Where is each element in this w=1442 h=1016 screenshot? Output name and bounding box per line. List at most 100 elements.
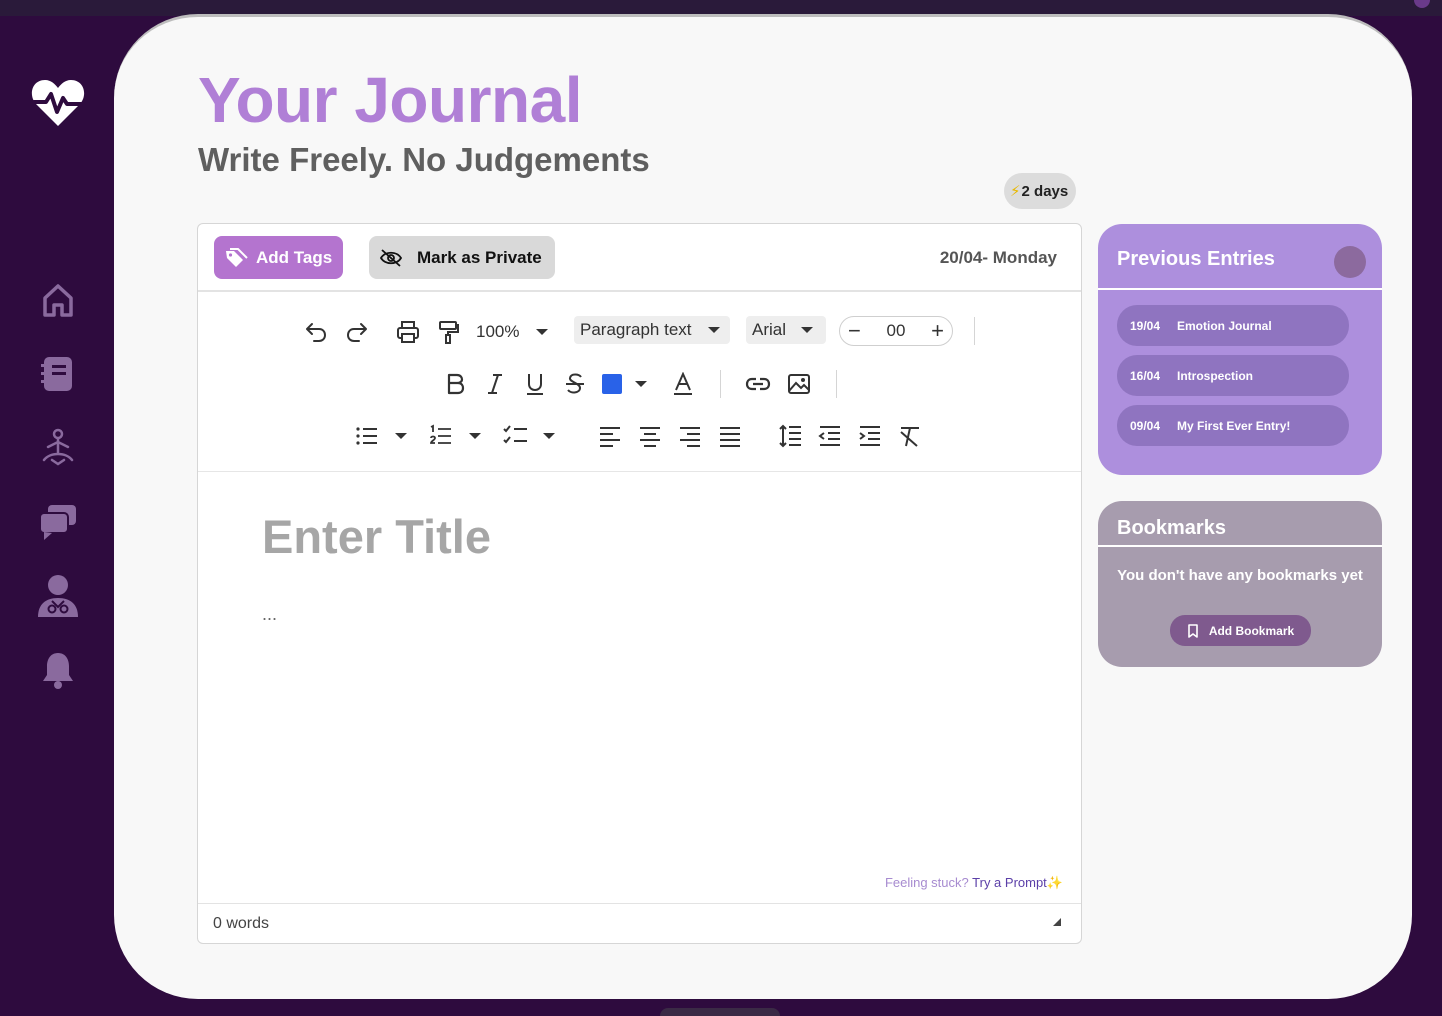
eye-off-icon xyxy=(379,248,403,267)
entry-date: 20/04- Monday xyxy=(939,248,1057,267)
journal-icon[interactable] xyxy=(36,352,80,396)
entry-item[interactable]: 09/04 My First Ever Entry! xyxy=(1117,405,1349,446)
block-style-select[interactable]: Paragraph text xyxy=(574,316,730,344)
link-icon xyxy=(745,377,771,391)
align-right-icon xyxy=(680,427,700,447)
add-tags-button[interactable]: Add Tags xyxy=(214,236,343,279)
lightning-icon: ⚡ xyxy=(1010,183,1021,200)
add-bookmark-label: Add Bookmark xyxy=(1208,623,1295,638)
panel-toggle-dot[interactable] xyxy=(1334,246,1366,278)
insert-image-button[interactable] xyxy=(785,370,813,398)
bookmarks-panel: Bookmarks You don't have any bookmarks y… xyxy=(1098,501,1382,667)
line-height-button[interactable] xyxy=(776,422,804,450)
journal-editor: Add Tags Mark as Private 20/04- Monday 1… xyxy=(197,223,1082,944)
prompt-hint: Feeling stuck? Try a Prompt✨ xyxy=(885,875,1063,891)
font-size-stepper: − 00 + xyxy=(839,316,953,346)
toolbar-divider xyxy=(720,370,721,398)
meditation-icon[interactable] xyxy=(36,426,80,470)
indent-button[interactable] xyxy=(856,422,884,450)
mark-private-button[interactable]: Mark as Private xyxy=(369,236,555,279)
chevron-down-icon xyxy=(536,329,548,335)
paint-roller-icon xyxy=(439,321,459,344)
word-count: 0 words xyxy=(213,915,270,932)
chevron-down-icon xyxy=(543,433,555,439)
font-value: Arial xyxy=(752,320,787,339)
line-height-icon xyxy=(779,424,801,448)
indent-icon xyxy=(859,426,880,446)
bell-icon[interactable] xyxy=(36,648,80,692)
chevron-down-icon xyxy=(708,327,720,333)
text-color-button[interactable] xyxy=(602,370,652,398)
entry-date: 09/04 xyxy=(1130,418,1161,433)
outdent-button[interactable] xyxy=(816,422,844,450)
editor-header: Add Tags Mark as Private 20/04- Monday xyxy=(198,224,1081,292)
window-dot xyxy=(1414,0,1430,8)
insert-link-button[interactable] xyxy=(744,370,772,398)
font-size-value[interactable]: 00 xyxy=(887,321,906,341)
prompt-hint-text: Feeling stuck? xyxy=(884,875,969,890)
bookmark-icon xyxy=(1188,623,1198,638)
clear-format-icon xyxy=(900,427,919,447)
align-left-button[interactable] xyxy=(596,422,624,450)
title-input[interactable]: Enter Title xyxy=(262,509,491,564)
block-style-value: Paragraph text xyxy=(580,320,692,339)
print-button[interactable] xyxy=(394,318,422,346)
tag-icon xyxy=(226,247,248,267)
outdent-icon xyxy=(818,426,840,446)
chevron-down-icon xyxy=(635,381,647,387)
chat-icon[interactable] xyxy=(36,500,80,544)
previous-entries-panel: Previous Entries 19/04 Emotion Journal 1… xyxy=(1098,224,1382,475)
entry-item[interactable]: 16/04 Introspection xyxy=(1117,355,1349,396)
chevron-down-icon xyxy=(801,327,813,333)
align-center-button[interactable] xyxy=(636,422,664,450)
add-bookmark-button[interactable]: Add Bookmark xyxy=(1170,615,1311,646)
undo-icon xyxy=(306,323,326,342)
entry-title: Introspection xyxy=(1177,368,1254,383)
entry-item[interactable]: 19/04 Emotion Journal xyxy=(1117,305,1349,346)
color-swatch xyxy=(602,374,622,394)
paint-format-button[interactable] xyxy=(434,318,462,346)
redo-icon xyxy=(347,323,367,342)
redo-button[interactable] xyxy=(343,318,371,346)
bullet-list-icon xyxy=(356,427,377,445)
font-color-icon xyxy=(674,372,692,395)
mark-private-label: Mark as Private xyxy=(417,247,542,267)
strikethrough-button[interactable] xyxy=(561,370,589,398)
body-input[interactable]: ... xyxy=(262,604,277,625)
chevron-down-icon xyxy=(395,433,407,439)
zoom-select[interactable]: 100% xyxy=(476,318,550,346)
numbered-list-icon xyxy=(430,424,451,444)
checklist-icon xyxy=(503,425,527,444)
sidebar xyxy=(0,16,115,1016)
bookmarks-header: Bookmarks xyxy=(1098,501,1382,547)
doctor-icon[interactable] xyxy=(36,574,80,618)
italic-button[interactable] xyxy=(481,370,509,398)
checklist-button[interactable] xyxy=(503,422,555,450)
highlight-color-button[interactable] xyxy=(669,370,697,398)
align-center-icon xyxy=(640,427,660,447)
bookmarks-title: Bookmarks xyxy=(1117,517,1226,539)
bookmarks-empty-text: You don't have any bookmarks yet xyxy=(1117,567,1363,584)
underline-button[interactable] xyxy=(521,370,549,398)
journal-card: Your Journal Write Freely. No Judgements… xyxy=(114,14,1412,999)
align-right-button[interactable] xyxy=(676,422,704,450)
strikethrough-icon xyxy=(566,373,584,394)
resize-handle-icon[interactable] xyxy=(1053,918,1061,926)
sparkle-icon: ✨ xyxy=(1046,875,1063,890)
plus-icon[interactable]: + xyxy=(931,320,944,342)
page-title: Your Journal xyxy=(198,64,582,136)
numbered-list-button[interactable] xyxy=(429,422,481,450)
font-select[interactable]: Arial xyxy=(746,316,826,344)
entry-date: 19/04 xyxy=(1130,318,1161,333)
bold-button[interactable] xyxy=(441,370,469,398)
try-prompt-link[interactable]: Try a Prompt xyxy=(972,875,1047,890)
heart-pulse-icon[interactable] xyxy=(30,76,86,128)
align-left-icon xyxy=(600,427,620,447)
justify-button[interactable] xyxy=(716,422,744,450)
minus-icon[interactable]: − xyxy=(848,320,861,342)
streak-badge: ⚡ 2 days xyxy=(1004,173,1077,209)
bullet-list-button[interactable] xyxy=(355,422,407,450)
undo-button[interactable] xyxy=(302,318,330,346)
home-icon[interactable] xyxy=(36,278,80,322)
clear-format-button[interactable] xyxy=(896,422,924,450)
